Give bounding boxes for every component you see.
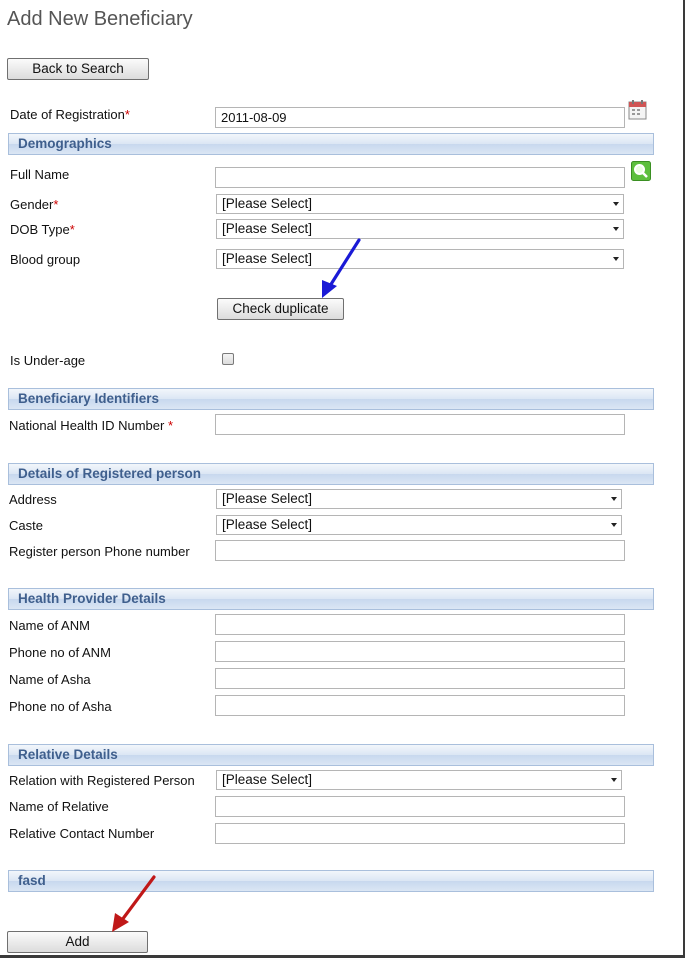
- relation-label: Relation with Registered Person: [9, 773, 195, 788]
- national-health-id-input[interactable]: [215, 414, 625, 435]
- relative-contact-input[interactable]: [215, 823, 625, 844]
- relative-contact-label: Relative Contact Number: [9, 826, 155, 841]
- registration-date-input[interactable]: [215, 107, 625, 128]
- anm-phone-input[interactable]: [215, 641, 625, 662]
- page-title: Add New Beneficiary: [7, 8, 193, 30]
- section-header-health-provider: Health Provider Details: [8, 588, 654, 610]
- back-to-search-button[interactable]: Back to Search: [7, 58, 149, 80]
- calendar-icon[interactable]: [628, 99, 648, 121]
- anm-name-input[interactable]: [215, 614, 625, 635]
- gender-select[interactable]: [Please Select]: [216, 194, 624, 214]
- full-name-label: Full Name: [10, 167, 70, 182]
- dropdown-arrow-icon: [611, 497, 617, 501]
- relative-name-label: Name of Relative: [9, 799, 109, 814]
- asha-phone-input[interactable]: [215, 695, 625, 716]
- dropdown-arrow-icon: [613, 227, 619, 231]
- relation-select[interactable]: [Please Select]: [216, 770, 622, 790]
- address-label: Address: [9, 492, 57, 507]
- add-button[interactable]: Add: [7, 931, 148, 953]
- section-header-fasd: fasd: [8, 870, 654, 892]
- asha-name-input[interactable]: [215, 668, 625, 689]
- asha-name-label: Name of Asha: [9, 672, 91, 687]
- registration-date-label: Date of Registration*: [10, 107, 130, 122]
- blood-group-select[interactable]: [Please Select]: [216, 249, 624, 269]
- full-name-input[interactable]: [215, 167, 625, 188]
- gender-label: Gender*: [10, 197, 59, 212]
- dropdown-arrow-icon: [611, 523, 617, 527]
- under-age-label: Is Under-age: [10, 353, 86, 368]
- anm-phone-label: Phone no of ANM: [9, 645, 111, 660]
- relative-name-input[interactable]: [215, 796, 625, 817]
- dob-type-label: DOB Type*: [10, 222, 75, 237]
- section-header-registered-person: Details of Registered person: [8, 463, 654, 485]
- dropdown-arrow-icon: [613, 257, 619, 261]
- anm-name-label: Name of ANM: [9, 618, 90, 633]
- address-select[interactable]: [Please Select]: [216, 489, 622, 509]
- registered-phone-input[interactable]: [215, 540, 625, 561]
- caste-select[interactable]: [Please Select]: [216, 515, 622, 535]
- registered-phone-label: Register person Phone number: [9, 544, 190, 559]
- section-header-identifiers: Beneficiary Identifiers: [8, 388, 654, 410]
- dropdown-arrow-icon: [611, 778, 617, 782]
- dropdown-arrow-icon: [613, 202, 619, 206]
- search-icon[interactable]: [631, 161, 651, 181]
- national-health-id-label: National Health ID Number *: [9, 418, 174, 433]
- section-header-demographics: Demographics: [8, 133, 654, 155]
- dob-type-select[interactable]: [Please Select]: [216, 219, 624, 239]
- check-duplicate-button[interactable]: Check duplicate: [217, 298, 344, 320]
- blood-group-label: Blood group: [10, 252, 81, 267]
- asha-phone-label: Phone no of Asha: [9, 699, 112, 714]
- caste-label: Caste: [9, 518, 43, 533]
- section-header-relative: Relative Details: [8, 744, 654, 766]
- under-age-checkbox[interactable]: [222, 353, 234, 365]
